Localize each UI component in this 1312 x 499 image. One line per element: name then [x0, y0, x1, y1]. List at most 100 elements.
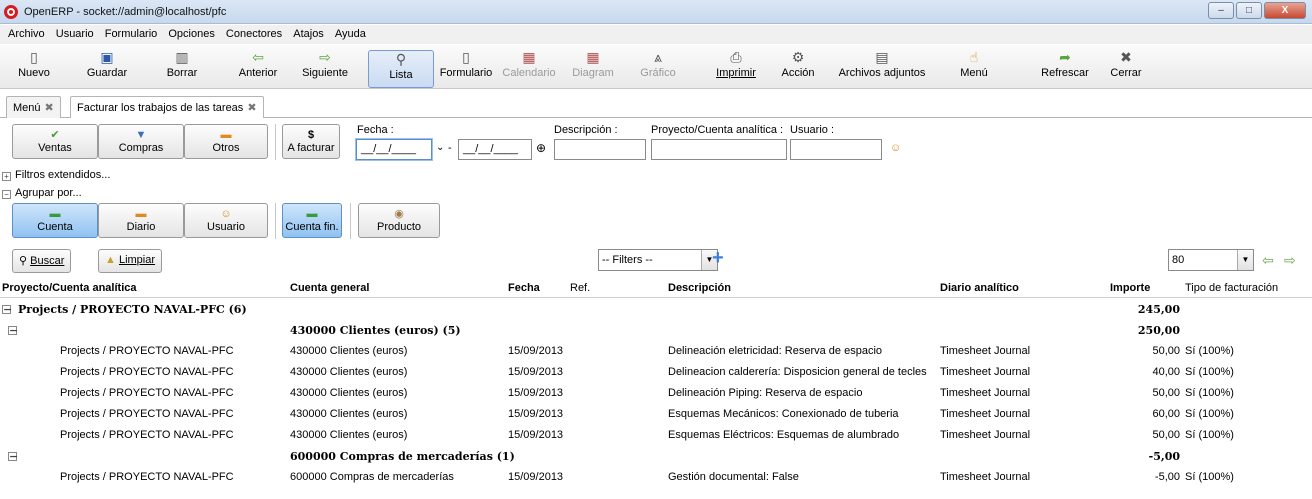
subgroup-row[interactable]: − 600000 Compras de mercaderías (1) -5,0…	[0, 445, 1312, 466]
collapse-minus-icon[interactable]: −	[8, 450, 21, 462]
diagram-view-button[interactable]: ▦ Diagram	[570, 49, 616, 87]
col-proyecto[interactable]: Proyecto/Cuenta analítica	[2, 282, 137, 294]
next-page-icon[interactable]: ⇨	[1284, 252, 1296, 269]
cell-proyecto: Projects / PROYECTO NAVAL-PFC	[60, 408, 234, 420]
cell-importe: -5,00	[1154, 471, 1180, 483]
close-button[interactable]: ✖ Cerrar	[1106, 49, 1146, 87]
toolbar: ▯ Nuevo ▣ Guardar ▥ Borrar ⇦ Anterior ⇨ Sigui…	[0, 45, 1312, 89]
add-filter-icon[interactable]: +	[712, 247, 724, 270]
groupby-producto-button[interactable]: ◉ Producto	[358, 203, 440, 238]
menu-formulario[interactable]: Formulario	[101, 25, 162, 43]
table-row[interactable]: Projects / PROYECTO NAVAL-PFC 430000 Cli…	[0, 424, 1312, 445]
date-to-input[interactable]: __/__/____	[458, 139, 532, 160]
cell-diario: Timesheet Journal	[940, 387, 1031, 399]
groupby-cuenta-button[interactable]: ▬ Cuenta	[12, 203, 98, 238]
save-icon: ▣	[100, 49, 114, 65]
filter-otros-button[interactable]: ▬ Otros	[184, 124, 268, 159]
folder-green-icon: ▬	[306, 208, 318, 220]
refresh-arrow-icon: ➦	[1059, 49, 1071, 65]
table-row[interactable]: Projects / PROYECTO NAVAL-PFC 430000 Cli…	[0, 403, 1312, 424]
table-row[interactable]: Projects / PROYECTO NAVAL-PFC 430000 Cli…	[0, 382, 1312, 403]
trash-icon: ▥	[175, 49, 189, 65]
filters-select[interactable]: -- Filters -- ▼	[598, 249, 718, 271]
descripcion-input[interactable]	[554, 139, 646, 160]
menu-opciones[interactable]: Opciones	[164, 25, 218, 43]
clear-button[interactable]: ▲ Limpiar	[98, 249, 163, 273]
close-window-button[interactable]: X	[1264, 2, 1306, 19]
extended-filters-toggle[interactable]: + Filtros extendidos...	[2, 169, 110, 181]
close-tab-icon[interactable]: ✖	[247, 101, 256, 114]
menu-usuario[interactable]: Usuario	[52, 25, 98, 43]
calendar-view-button[interactable]: ▦ Calendario	[500, 49, 558, 87]
close-tab-icon[interactable]: ✖	[45, 101, 54, 114]
subgroup-row[interactable]: − 430000 Clientes (euros) (5) 250,00	[0, 319, 1312, 340]
cell-tipo: Sí (100%)	[1185, 471, 1234, 483]
arrow-right-icon: ⇨	[319, 49, 331, 65]
collapse-minus-icon[interactable]: −	[8, 324, 21, 336]
print-button[interactable]: ⎙ Imprimir	[712, 49, 760, 87]
action-button[interactable]: ⚙ Acción	[778, 49, 818, 87]
collapse-minus-icon[interactable]: −	[2, 303, 15, 315]
table-row[interactable]: Projects / PROYECTO NAVAL-PFC 600000 Com…	[0, 466, 1312, 487]
minimize-button[interactable]: –	[1208, 2, 1234, 19]
groupby-usuario-button[interactable]: ☺ Usuario	[184, 203, 268, 238]
form-view-button[interactable]: ▯ Formulario	[438, 49, 494, 87]
cell-tipo: Sí (100%)	[1185, 366, 1234, 378]
col-ref[interactable]: Ref.	[570, 282, 590, 294]
usuario-input[interactable]	[790, 139, 882, 160]
prev-page-icon[interactable]: ⇦	[1262, 252, 1274, 269]
search-button[interactable]: ⚲ Buscar	[12, 249, 72, 273]
groupby-diario-button[interactable]: ▬ Diario	[98, 203, 184, 238]
col-descripcion[interactable]: Descripción	[668, 282, 731, 294]
cell-fecha: 15/09/2013	[508, 471, 564, 483]
col-tipo[interactable]: Tipo de facturación	[1185, 282, 1278, 294]
group-total: 245,00	[1137, 303, 1180, 316]
users-icon[interactable]: ☺	[890, 142, 901, 154]
table-row[interactable]: Projects / PROYECTO NAVAL-PFC 430000 Cli…	[0, 340, 1312, 361]
diagram-icon: ▦	[586, 49, 600, 65]
box-icon: ◉	[394, 208, 404, 220]
subgroup-label: 430000 Clientes (euros) (5)	[290, 324, 461, 337]
cell-cuenta: 430000 Clientes (euros)	[290, 345, 408, 357]
title-bar: OpenERP - socket://admin@localhost/pfc –…	[0, 0, 1312, 24]
menu-archivo[interactable]: Archivo	[4, 25, 49, 43]
col-cuenta[interactable]: Cuenta general	[290, 282, 369, 294]
filter-a-facturar-button[interactable]: $ A facturar	[282, 124, 340, 159]
delete-button[interactable]: ▥ Borrar	[160, 49, 204, 87]
col-fecha[interactable]: Fecha	[508, 282, 540, 294]
col-importe[interactable]: Importe	[1110, 282, 1150, 294]
table-row[interactable]: Projects / PROYECTO NAVAL-PFC 430000 Cli…	[0, 361, 1312, 382]
zoom-icon[interactable]: ⊕	[536, 141, 546, 155]
menu-conectores[interactable]: Conectores	[222, 25, 286, 43]
next-button[interactable]: ⇨ Siguiente	[298, 49, 352, 87]
groupby-cuenta-fin-button[interactable]: ▬ Cuenta fin.	[282, 203, 342, 238]
graph-view-button[interactable]: ⩓ Gráfico	[636, 49, 680, 87]
menu-ayuda[interactable]: Ayuda	[331, 25, 370, 43]
attachments-button[interactable]: ▤ Archivos adjuntos	[834, 49, 930, 87]
previous-button[interactable]: ⇦ Anterior	[232, 49, 284, 87]
tab-facturar[interactable]: Facturar los trabajos de las tareas ✖	[70, 96, 264, 118]
new-button[interactable]: ▯ Nuevo	[14, 49, 54, 87]
date-from-input[interactable]: __/__/____	[356, 139, 432, 160]
group-by-toggle[interactable]: − Agrupar por...	[2, 187, 82, 199]
filter-ventas-button[interactable]: ✔ Ventas	[12, 124, 98, 159]
list-view-button[interactable]: ⚲ Lista	[368, 50, 434, 88]
refresh-button[interactable]: ➦ Refrescar	[1036, 49, 1094, 87]
save-button[interactable]: ▣ Guardar	[82, 49, 132, 87]
cell-cuenta: 430000 Clientes (euros)	[290, 408, 408, 420]
maximize-button[interactable]: □	[1236, 2, 1262, 19]
menu-button[interactable]: ☝ Menú	[952, 49, 996, 87]
tab-strip: Menú ✖ Facturar los trabajos de las tarea…	[0, 94, 1312, 118]
menu-atajos[interactable]: Atajos	[289, 25, 328, 43]
filter-compras-button[interactable]: ▼ Compras	[98, 124, 184, 159]
subgroup-total: 250,00	[1137, 324, 1180, 337]
group-row[interactable]: − Projects / PROYECTO NAVAL-PFC (6) 245,…	[0, 298, 1312, 319]
date-from-picker-icon[interactable]: ⌄	[436, 142, 444, 153]
tab-menu[interactable]: Menú ✖	[6, 96, 61, 118]
search-icon: ⚲	[19, 255, 31, 267]
cell-proyecto: Projects / PROYECTO NAVAL-PFC	[60, 429, 234, 441]
cell-importe: 60,00	[1152, 408, 1180, 420]
limit-select[interactable]: 80 ▼	[1168, 249, 1254, 271]
col-diario[interactable]: Diario analítico	[940, 282, 1019, 294]
proyecto-input[interactable]	[651, 139, 787, 160]
